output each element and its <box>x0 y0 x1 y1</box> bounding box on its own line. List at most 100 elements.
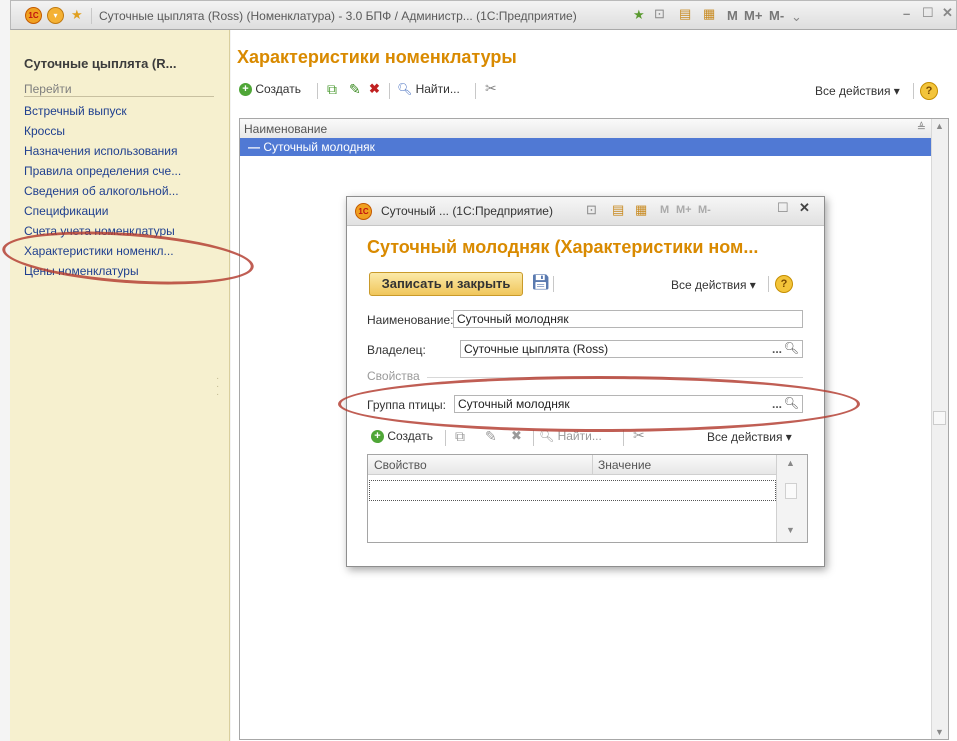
close-icon[interactable]: ✕ <box>799 200 810 216</box>
calendar-icon[interactable]: ▦ <box>703 6 715 22</box>
scroll-down-icon[interactable]: ▼ <box>786 525 795 535</box>
separator <box>553 276 554 292</box>
separator <box>768 276 769 292</box>
separator <box>475 83 476 99</box>
find-button[interactable]: 🔍︎ Найти... <box>397 82 460 96</box>
dialog-table-all-actions-button[interactable]: Все действия ▾ <box>707 430 792 444</box>
list-header: Наименование ≜ <box>240 119 932 139</box>
owner-field[interactable]: Суточные цыплята (Ross) ... 🔍︎ <box>460 340 803 358</box>
dialog-find-button[interactable]: 🔍︎ Найти... <box>539 429 602 443</box>
sidebar-item-harakteristiki[interactable]: Характеристики номенкл... <box>24 244 174 258</box>
separator <box>91 8 92 24</box>
delete-icon[interactable]: ✖ <box>369 81 380 97</box>
save-disk-icon[interactable]: 💾︎ <box>531 273 550 291</box>
dialog-window-title: Суточный ... (1С:Предприятие) <box>381 204 553 218</box>
list-row[interactable]: — Суточный молодняк <box>240 138 932 156</box>
scrollbar-thumb[interactable] <box>933 411 946 425</box>
dialog-all-actions-button[interactable]: Все действия ▾ <box>671 278 756 292</box>
edit-pencil-icon[interactable]: ✎ <box>485 428 497 445</box>
bird-group-field[interactable]: Суточный молодняк ... 🔍︎ <box>454 395 803 413</box>
chevron-down-icon[interactable]: ⌄ <box>791 9 802 25</box>
ellipsis-select-button[interactable]: ... <box>772 396 782 412</box>
sidebar-title: Суточные цыплята (R... <box>24 56 177 71</box>
clear-search-icon[interactable]: ✂ <box>485 80 497 97</box>
minimize-icon[interactable]: – <box>903 6 910 21</box>
maximize-icon[interactable]: ☐ <box>922 5 934 21</box>
copy-icon[interactable]: ⧉ <box>455 428 465 445</box>
row-name: Суточный молодняк <box>263 140 375 154</box>
owner-value: Суточные цыплята (Ross) <box>464 342 609 356</box>
scroll-up-icon[interactable]: ▲ <box>786 458 795 468</box>
group-dash-icon: — <box>248 140 260 154</box>
owner-label: Владелец: <box>367 343 426 357</box>
separator <box>445 430 446 446</box>
plus-icon: + <box>239 83 252 97</box>
separator <box>389 83 390 99</box>
search-icon: 🔍︎ <box>539 429 555 443</box>
clear-search-icon[interactable]: ✂ <box>633 427 645 444</box>
memory-mminus-button[interactable]: M- <box>698 204 711 216</box>
save-and-close-button[interactable]: Записать и закрыть <box>369 272 523 296</box>
all-actions-button[interactable]: Все действия ▾ <box>815 84 900 98</box>
open-search-icon[interactable]: 🔍︎ <box>784 395 799 411</box>
column-name-header[interactable]: Наименование <box>244 122 327 136</box>
sidebar-item-vstrechny[interactable]: Встречный выпуск <box>24 104 127 118</box>
1c-logo-icon[interactable]: 1C <box>355 203 372 220</box>
open-search-icon[interactable]: 🔍︎ <box>784 340 799 356</box>
scrollbar-thumb[interactable] <box>785 483 797 499</box>
divider <box>427 377 803 378</box>
menu-dropdown-icon[interactable]: ▾ <box>47 7 64 24</box>
maximize-icon[interactable]: ☐ <box>777 200 789 216</box>
separator <box>317 83 318 99</box>
memory-mminus-button[interactable]: M- <box>769 8 784 23</box>
bookmark-icon[interactable]: ⊡ <box>654 6 665 22</box>
characteristic-dialog: 1C Суточный ... (1С:Предприятие) ⊡ ▤ ▦ M… <box>346 196 825 567</box>
vertical-scrollbar[interactable]: ▲ ▼ <box>931 119 948 739</box>
calendar-icon[interactable]: ▦ <box>635 202 647 218</box>
sidebar-item-scheta[interactable]: Счета учета номенклатуры <box>24 224 175 238</box>
create-button[interactable]: + Создать <box>239 82 301 97</box>
help-icon[interactable]: ? <box>920 82 938 100</box>
dialog-titlebar: 1C Суточный ... (1С:Предприятие) ⊡ ▤ ▦ M… <box>347 197 824 226</box>
sidebar-item-specifikacii[interactable]: Спецификации <box>24 204 108 218</box>
separator <box>533 430 534 446</box>
sidebar-item-krossy[interactable]: Кроссы <box>24 124 65 138</box>
memory-mplus-button[interactable]: M+ <box>744 8 762 23</box>
sidebar-item-pravila[interactable]: Правила определения сче... <box>24 164 181 178</box>
ellipsis-select-button[interactable]: ... <box>772 341 782 357</box>
sidebar-item-svedeniya[interactable]: Сведения об алкогольной... <box>24 184 179 198</box>
1c-logo-icon[interactable]: 1C <box>25 7 42 24</box>
close-icon[interactable]: ✕ <box>942 5 953 21</box>
add-favorite-icon[interactable]: ★ <box>633 7 645 23</box>
table-row[interactable] <box>369 480 776 501</box>
bookmark-icon[interactable]: ⊡ <box>586 202 597 218</box>
favorites-star-icon[interactable]: ★ <box>71 7 83 23</box>
table-scrollbar[interactable]: ▲ ▼ <box>776 455 807 542</box>
memory-mplus-button[interactable]: M+ <box>676 204 692 216</box>
group-label: Группа птицы: <box>367 398 446 412</box>
scroll-up-icon[interactable]: ▲ <box>935 121 944 131</box>
properties-section-label: Свойства <box>367 369 420 383</box>
calculator-icon[interactable]: ▤ <box>679 6 691 22</box>
edit-pencil-icon[interactable]: ✎ <box>349 81 361 98</box>
memory-m-button[interactable]: M <box>727 8 738 23</box>
help-icon[interactable]: ? <box>775 275 793 293</box>
calculator-icon[interactable]: ▤ <box>612 202 624 218</box>
dialog-create-label: Создать <box>387 429 433 443</box>
properties-table[interactable]: Свойство Значение ▲ ▼ <box>367 454 808 543</box>
sidebar-item-ceny[interactable]: Цены номенклатуры <box>24 264 139 278</box>
sort-icon[interactable]: ≜ <box>917 121 926 134</box>
divider <box>24 96 214 97</box>
name-field[interactable]: Суточный молодняк <box>453 310 803 328</box>
column-property-header[interactable]: Свойство <box>374 458 427 472</box>
sidebar-item-naznacheniya[interactable]: Назначения использования <box>24 144 177 158</box>
window-titlebar: 1C ▾ ★ Суточные цыплята (Ross) (Номенкла… <box>10 0 957 30</box>
scroll-down-icon[interactable]: ▼ <box>935 727 944 737</box>
resize-grip-icon[interactable]: · · · <box>216 374 219 400</box>
column-value-header[interactable]: Значение <box>598 458 651 472</box>
dialog-create-button[interactable]: + Создать <box>371 429 433 444</box>
memory-m-button[interactable]: M <box>660 204 669 216</box>
delete-icon[interactable]: ✖ <box>511 428 522 444</box>
dialog-heading: Суточный молодняк (Характеристики ном... <box>367 237 759 257</box>
copy-icon[interactable]: ⧉ <box>327 81 337 98</box>
